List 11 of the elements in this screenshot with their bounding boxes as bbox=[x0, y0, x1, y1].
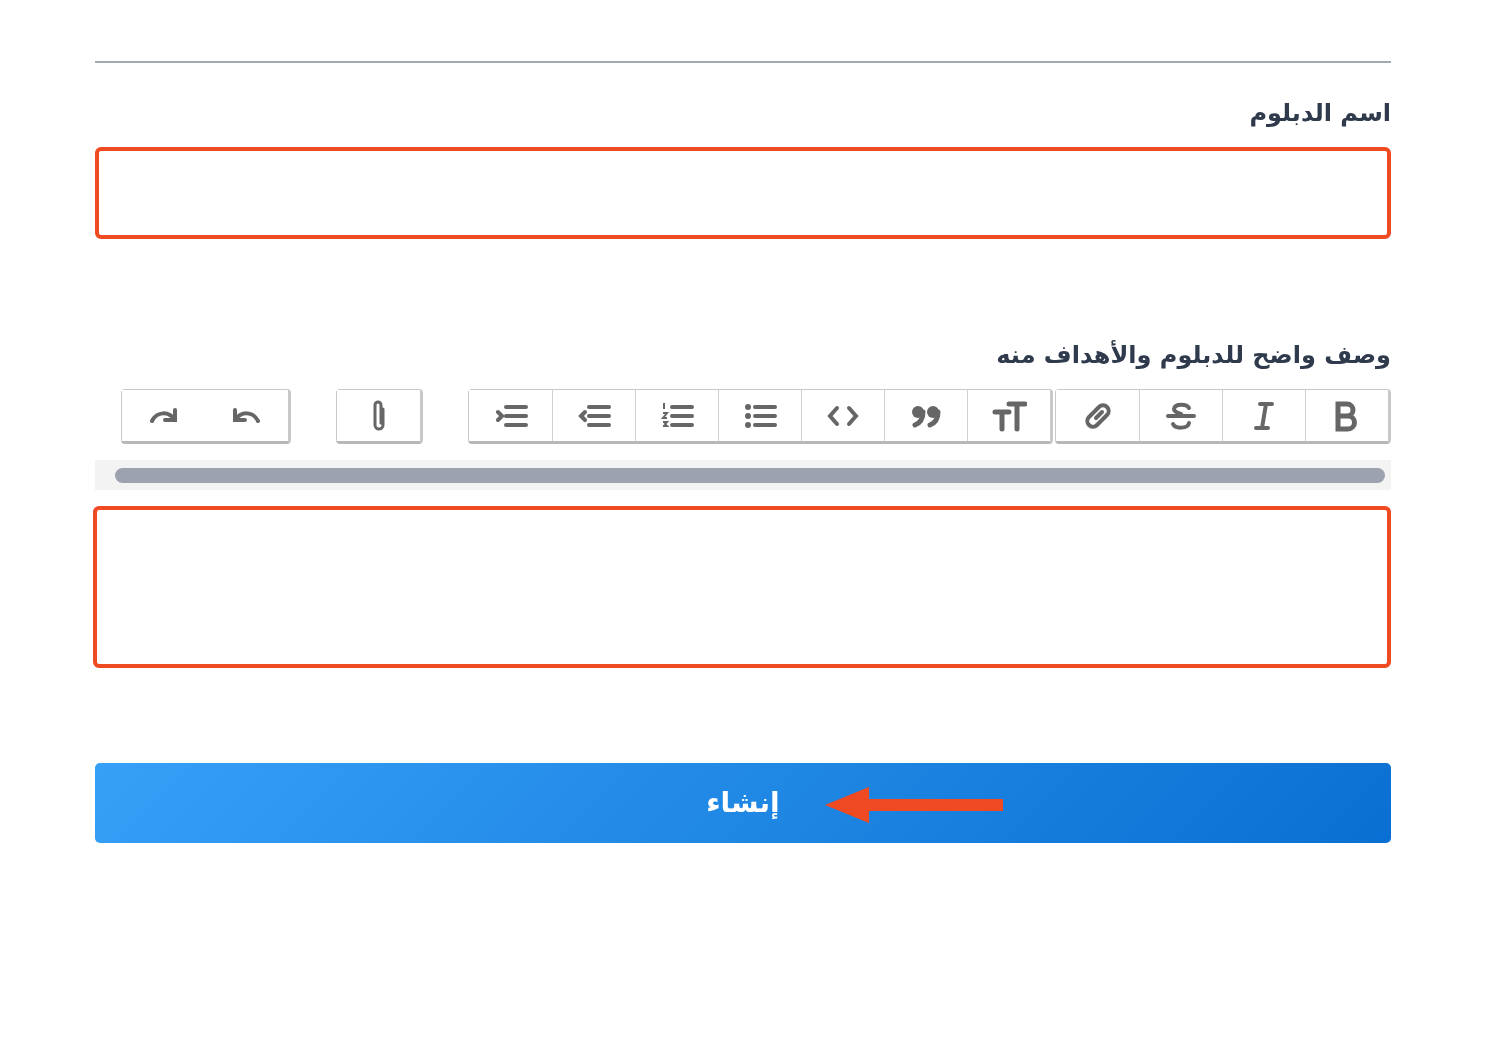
heading-button[interactable] bbox=[967, 390, 1050, 441]
undo-icon bbox=[233, 407, 260, 424]
input-field[interactable] bbox=[95, 147, 1391, 239]
bold-button[interactable] bbox=[1305, 390, 1388, 441]
create-button[interactable]: إنشاء bbox=[95, 763, 1391, 843]
redo-icon bbox=[150, 407, 177, 424]
field-label: وصف واضح للدبلوم والأهداف منه bbox=[995, 339, 1391, 371]
scrollbar-thumb[interactable] bbox=[115, 468, 1385, 483]
field-label: اسم الدبلوم bbox=[1248, 98, 1391, 129]
editor-field[interactable] bbox=[93, 506, 1391, 668]
paperclip-icon bbox=[372, 400, 385, 431]
